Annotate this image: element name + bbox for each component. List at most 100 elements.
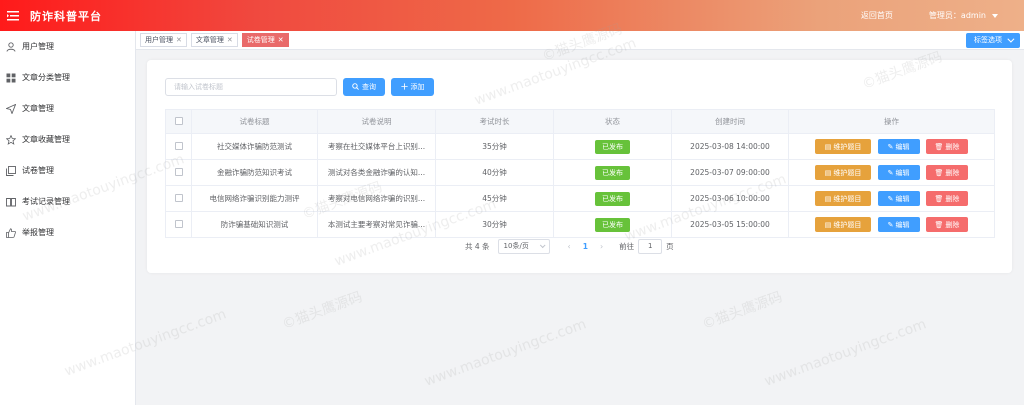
query-button[interactable]: 查询	[343, 78, 385, 96]
row-select-cell[interactable]	[165, 185, 192, 212]
watermark-text: www.maotouyingcc.com	[422, 316, 589, 390]
send-icon	[5, 103, 16, 114]
sidebar-item-label: 文章管理	[22, 104, 54, 113]
created-time: 2025-03-05 15:00:00	[671, 211, 789, 238]
sidebar-item-article-categories[interactable]: 文章分类管理	[0, 62, 135, 93]
column-header: 创建时间	[671, 109, 789, 134]
select-all-checkbox[interactable]	[174, 116, 183, 125]
exam-title: 社交媒体诈骗防范测试	[191, 133, 318, 160]
sidebar-item-exams[interactable]: 试卷管理	[0, 155, 135, 186]
goto-label: 前往	[619, 241, 635, 251]
sidebar-item-reports[interactable]: 举报管理	[0, 217, 135, 248]
caret-down-icon	[992, 13, 998, 18]
row-select-cell[interactable]	[165, 159, 192, 186]
close-icon[interactable]: ✕	[278, 36, 284, 44]
admin-dropdown[interactable]: 管理员：admin	[929, 10, 998, 21]
maintain-questions-button[interactable]: ▤ 维护题目	[815, 191, 872, 206]
row-checkbox[interactable]	[174, 193, 183, 202]
edit-label: 编辑	[895, 220, 910, 229]
edit-button[interactable]: ✎ 编辑	[877, 191, 920, 206]
maintain-questions-button[interactable]: ▤ 维护题目	[815, 217, 872, 232]
edit-button[interactable]: ✎ 编辑	[877, 139, 920, 154]
sidebar-item-exam-records[interactable]: 考试记录管理	[0, 186, 135, 217]
trash-icon: 🗑	[934, 168, 944, 177]
select-all-cell[interactable]	[165, 109, 192, 134]
maintain-label: 维护题目	[833, 220, 862, 229]
row-checkbox[interactable]	[174, 141, 183, 150]
exam-desc: 测试对各类金融诈骗的认知...	[317, 159, 436, 186]
sidebar-item-favorites[interactable]: 文章收藏管理	[0, 124, 135, 155]
edit-label: 编辑	[895, 194, 910, 203]
table-row: 社交媒体诈骗防范测试 考察在社交媒体平台上识别... 35分钟 已发布 2025…	[165, 133, 995, 160]
header-right: 返回首页 管理员：admin	[861, 10, 1024, 21]
star-icon	[5, 134, 16, 145]
delete-button[interactable]: 🗑 删除	[925, 165, 968, 180]
exam-title: 金融诈骗防范知识考试	[191, 159, 318, 186]
pencil-icon: ✎	[887, 142, 894, 151]
status-cell: 已发布	[553, 133, 672, 160]
column-header: 试卷标题	[191, 109, 318, 134]
column-header: 操作	[788, 109, 995, 134]
document-icon: ▤	[824, 168, 832, 177]
maintain-questions-button[interactable]: ▤ 维护题目	[815, 139, 872, 154]
close-icon[interactable]: ✕	[227, 36, 233, 44]
exam-table: 试卷标题 试卷说明 考试时长 状态 创建时间 操作 社交媒体诈骗防范测试 考察在…	[165, 109, 995, 238]
table-header-row: 试卷标题 试卷说明 考试时长 状态 创建时间 操作	[165, 109, 995, 134]
admin-label: 管理员：admin	[928, 11, 986, 20]
current-page[interactable]: 1	[583, 242, 588, 251]
delete-button[interactable]: 🗑 删除	[925, 191, 968, 206]
sidebar: 用户管理 文章分类管理 文章管理 文章收藏管理 试卷管理 考试记录管理 举报管理	[0, 31, 136, 405]
exam-duration: 45分钟	[435, 185, 554, 212]
edit-button[interactable]: ✎ 编辑	[877, 217, 920, 232]
document-icon: ▤	[824, 142, 832, 151]
watermark-text: www.maotouyingcc.com	[762, 316, 929, 390]
status-cell: 已发布	[553, 159, 672, 186]
status-badge: 已发布	[595, 217, 630, 232]
row-select-cell[interactable]	[165, 133, 192, 160]
sidebar-item-label: 用户管理	[22, 42, 54, 51]
delete-button[interactable]: 🗑 删除	[925, 139, 968, 154]
tag-options-button[interactable]: 标签选项	[966, 32, 1020, 48]
maintain-label: 维护题目	[833, 142, 862, 151]
sidebar-item-users[interactable]: 用户管理	[0, 31, 135, 62]
prev-page-icon[interactable]: ‹	[568, 242, 571, 251]
actions-cell: ▤ 维护题目 ✎ 编辑 🗑 删除	[788, 133, 995, 160]
table-row: 金融诈骗防范知识考试 测试对各类金融诈骗的认知... 40分钟 已发布 2025…	[165, 159, 995, 186]
add-button[interactable]: 添加	[391, 78, 434, 96]
tag-exams[interactable]: 试卷管理 ✕	[241, 33, 289, 47]
app-title: 防诈科普平台	[30, 9, 102, 23]
pencil-icon: ✎	[887, 168, 894, 177]
menu-toggle-icon[interactable]	[6, 9, 20, 23]
delete-label: 删除	[945, 142, 960, 151]
search-input[interactable]: 请输入试卷标题	[165, 78, 337, 96]
pagination: 共 4 条 10条/页 ‹ 1 › 前往 1 页	[465, 238, 674, 254]
goto-page-input[interactable]: 1	[638, 238, 663, 254]
document-icon: ▤	[824, 220, 832, 229]
sidebar-item-label: 文章分类管理	[22, 73, 70, 82]
chevron-down-icon	[539, 242, 546, 249]
chevron-down-icon	[1007, 35, 1015, 43]
maintain-label: 维护题目	[833, 168, 862, 177]
page-size-select[interactable]: 10条/页	[497, 238, 550, 254]
maintain-questions-button[interactable]: ▤ 维护题目	[815, 165, 872, 180]
trash-icon: 🗑	[934, 142, 944, 151]
row-checkbox[interactable]	[174, 167, 183, 176]
row-select-cell[interactable]	[165, 211, 192, 238]
edit-label: 编辑	[895, 142, 910, 151]
tag-label: 用户管理	[145, 36, 173, 44]
edit-button[interactable]: ✎ 编辑	[877, 165, 920, 180]
tag-articles[interactable]: 文章管理 ✕	[190, 33, 238, 47]
delete-button[interactable]: 🗑 删除	[925, 217, 968, 232]
sidebar-item-articles[interactable]: 文章管理	[0, 93, 135, 124]
tag-users[interactable]: 用户管理 ✕	[140, 33, 187, 47]
pencil-icon: ✎	[887, 220, 894, 229]
page-size-value: 10条/页	[503, 242, 529, 250]
close-icon[interactable]: ✕	[176, 36, 182, 44]
sidebar-item-label: 举报管理	[22, 228, 54, 237]
document-icon: ▤	[824, 194, 832, 203]
home-link[interactable]: 返回首页	[861, 10, 893, 21]
delete-label: 删除	[945, 168, 960, 177]
main-card: 请输入试卷标题 查询 添加 试卷标题 试卷说明 考试时长 状态 创建时间 操作	[147, 60, 1012, 273]
row-checkbox[interactable]	[174, 219, 183, 228]
next-page-icon[interactable]: ›	[600, 242, 603, 251]
